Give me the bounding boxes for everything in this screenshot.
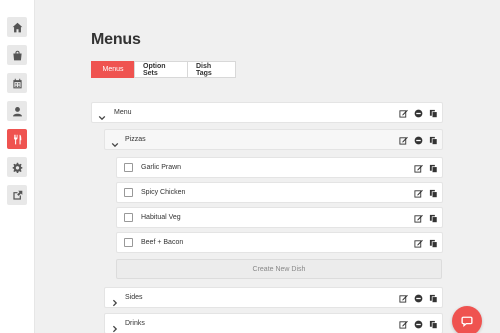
- dish-checkbox[interactable]: [124, 213, 133, 222]
- dish-label: Beef + Bacon: [141, 239, 184, 246]
- edit-icon[interactable]: [398, 319, 408, 329]
- row-actions: [413, 163, 438, 173]
- edit-icon[interactable]: [398, 108, 408, 118]
- sidebar-item-settings[interactable]: [7, 157, 27, 177]
- copy-icon[interactable]: [428, 188, 438, 198]
- user-icon: [12, 106, 22, 116]
- cutlery-icon: [13, 134, 21, 144]
- tab-menus[interactable]: Menus: [91, 61, 135, 78]
- dish-row[interactable]: Garlic Prawn: [116, 157, 443, 178]
- edit-icon[interactable]: [413, 163, 423, 173]
- copy-icon[interactable]: [428, 319, 438, 329]
- row-actions: [398, 319, 438, 329]
- edit-icon[interactable]: [413, 238, 423, 248]
- copy-icon[interactable]: [428, 135, 438, 145]
- sidebar: [0, 0, 35, 333]
- menu-row[interactable]: Menu: [91, 102, 443, 123]
- page-title: Menus: [91, 31, 141, 48]
- category-label: Drinks: [125, 320, 145, 327]
- calendar-icon: [12, 78, 22, 88]
- row-actions: [398, 108, 438, 118]
- chat-bubble-icon: [461, 316, 473, 327]
- dish-label: Habitual Veg: [141, 214, 181, 221]
- chevron-right-icon[interactable]: [111, 294, 119, 307]
- sidebar-item-store[interactable]: [7, 185, 27, 205]
- sidebar-item-orders[interactable]: [7, 45, 27, 65]
- dish-row[interactable]: Spicy Chicken: [116, 182, 443, 203]
- sidebar-item-bookings[interactable]: [7, 73, 27, 93]
- copy-icon[interactable]: [428, 108, 438, 118]
- sidebar-item-menus[interactable]: [7, 129, 27, 149]
- home-icon: [12, 22, 22, 32]
- category-row[interactable]: Drinks: [104, 313, 443, 333]
- copy-icon[interactable]: [428, 238, 438, 248]
- shopping-bag-icon: [12, 50, 22, 60]
- row-actions: [413, 213, 438, 223]
- copy-icon[interactable]: [428, 293, 438, 303]
- chevron-down-icon[interactable]: [98, 109, 106, 121]
- dish-row[interactable]: Habitual Veg: [116, 207, 443, 228]
- sidebar-item-customers[interactable]: [7, 101, 27, 121]
- gear-icon: [12, 162, 22, 173]
- remove-icon[interactable]: [413, 108, 423, 118]
- tab-option-sets[interactable]: Option Sets: [134, 61, 188, 78]
- copy-icon[interactable]: [428, 213, 438, 223]
- dish-checkbox[interactable]: [124, 188, 133, 197]
- copy-icon[interactable]: [428, 163, 438, 173]
- external-link-icon: [12, 190, 22, 200]
- category-row[interactable]: Pizzas: [104, 129, 443, 150]
- row-actions: [413, 188, 438, 198]
- dish-checkbox[interactable]: [124, 238, 133, 247]
- row-actions: [398, 135, 438, 145]
- menu-label: Menu: [114, 109, 132, 116]
- category-row[interactable]: Sides: [104, 287, 443, 308]
- remove-icon[interactable]: [413, 293, 423, 303]
- chevron-right-icon[interactable]: [111, 320, 119, 333]
- row-actions: [398, 293, 438, 303]
- edit-icon[interactable]: [398, 135, 408, 145]
- dish-label: Spicy Chicken: [141, 189, 186, 196]
- remove-icon[interactable]: [413, 319, 423, 329]
- sidebar-item-home[interactable]: [7, 17, 27, 37]
- create-new-dish-button[interactable]: Create New Dish: [116, 259, 442, 279]
- edit-icon[interactable]: [413, 213, 423, 223]
- chevron-down-icon[interactable]: [111, 136, 119, 148]
- row-actions: [413, 238, 438, 248]
- edit-icon[interactable]: [398, 293, 408, 303]
- category-label: Sides: [125, 294, 143, 301]
- edit-icon[interactable]: [413, 188, 423, 198]
- tab-dish-tags[interactable]: Dish Tags: [187, 61, 236, 78]
- dish-label: Garlic Prawn: [141, 164, 182, 171]
- remove-icon[interactable]: [413, 135, 423, 145]
- tab-bar: Menus Option Sets Dish Tags: [91, 61, 236, 78]
- dish-checkbox[interactable]: [124, 163, 133, 172]
- chat-button[interactable]: [452, 306, 482, 333]
- dish-row[interactable]: Beef + Bacon: [116, 232, 443, 253]
- category-label: Pizzas: [125, 136, 146, 143]
